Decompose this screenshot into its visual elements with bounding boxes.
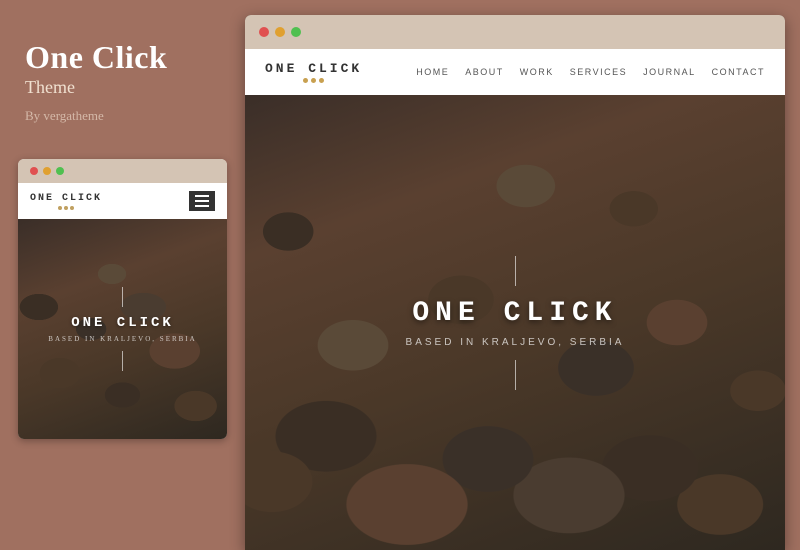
- desktop-nav: ONE CLICK HOME ABOUT WORK SERVICES JOURN…: [245, 49, 785, 95]
- hero-title: ONE CLICK: [412, 298, 617, 329]
- mobile-dot-red: [30, 167, 38, 175]
- desktop-logo: ONE CLICK: [265, 61, 362, 83]
- hamburger-line-2: [195, 200, 209, 202]
- mobile-hero-image: ONE CLICK BASED IN KRALJEVO, SERBIA: [18, 219, 227, 439]
- desktop-logo-dot-1: [303, 78, 308, 83]
- desktop-dot-yellow: [275, 27, 285, 37]
- hero-vertical-line-bottom: [515, 360, 516, 390]
- mobile-hero-content: ONE CLICK BASED IN KRALJEVO, SERBIA: [48, 287, 196, 371]
- mobile-dot-green: [56, 167, 64, 175]
- mobile-logo-dots: [58, 206, 74, 210]
- nav-link-home[interactable]: HOME: [416, 67, 449, 77]
- desktop-logo-dots: [303, 78, 324, 83]
- mobile-nav-bar: ONE CLICK: [18, 183, 227, 219]
- website-preview: ONE CLICK HOME ABOUT WORK SERVICES JOURN…: [245, 49, 785, 550]
- mobile-preview-card: ONE CLICK ONE CLICK BASED IN KRALJEVO, S…: [18, 159, 227, 439]
- hero-content: ONE CLICK BASED IN KRALJEVO, SERBIA: [406, 256, 625, 390]
- hero-vertical-line-top: [515, 256, 516, 286]
- nav-link-work[interactable]: WORK: [520, 67, 554, 77]
- mobile-logo: ONE CLICK: [30, 193, 102, 210]
- desktop-dot-green: [291, 27, 301, 37]
- hamburger-line-1: [195, 195, 209, 197]
- nav-link-journal[interactable]: JOURNAL: [643, 67, 696, 77]
- nav-link-contact[interactable]: CONTACT: [712, 67, 765, 77]
- nav-link-about[interactable]: ABOUT: [465, 67, 504, 77]
- desktop-logo-text: ONE CLICK: [265, 61, 362, 76]
- mobile-hero-subtitle: BASED IN KRALJEVO, SERBIA: [48, 335, 196, 343]
- mobile-logo-dot-2: [64, 206, 68, 210]
- desktop-dot-red: [259, 27, 269, 37]
- theme-title: One Click: [25, 40, 220, 75]
- theme-author: By vergatheme: [25, 108, 220, 124]
- desktop-preview: ONE CLICK HOME ABOUT WORK SERVICES JOURN…: [245, 15, 785, 550]
- nav-links: HOME ABOUT WORK SERVICES JOURNAL CONTACT: [416, 67, 765, 77]
- theme-subtitle: Theme: [25, 77, 220, 98]
- desktop-logo-dot-2: [311, 78, 316, 83]
- mobile-hero-title: ONE CLICK: [48, 315, 196, 331]
- sidebar: One Click Theme By vergatheme ONE CLICK: [0, 0, 245, 550]
- sidebar-header: One Click Theme By vergatheme: [0, 0, 245, 144]
- desktop-logo-dot-3: [319, 78, 324, 83]
- mobile-vertical-line-top: [122, 287, 123, 307]
- mobile-browser-bar: [18, 159, 227, 183]
- mobile-vertical-line-bottom: [122, 351, 123, 371]
- hamburger-button[interactable]: [189, 191, 215, 211]
- mobile-logo-text: ONE CLICK: [30, 193, 102, 204]
- hamburger-line-3: [195, 205, 209, 207]
- mobile-dot-yellow: [43, 167, 51, 175]
- nav-link-services[interactable]: SERVICES: [570, 67, 627, 77]
- desktop-browser-bar: [245, 15, 785, 49]
- desktop-hero: ONE CLICK BASED IN KRALJEVO, SERBIA: [245, 95, 785, 550]
- mobile-logo-dot-3: [70, 206, 74, 210]
- mobile-logo-dot-1: [58, 206, 62, 210]
- hero-subtitle: BASED IN KRALJEVO, SERBIA: [406, 337, 625, 348]
